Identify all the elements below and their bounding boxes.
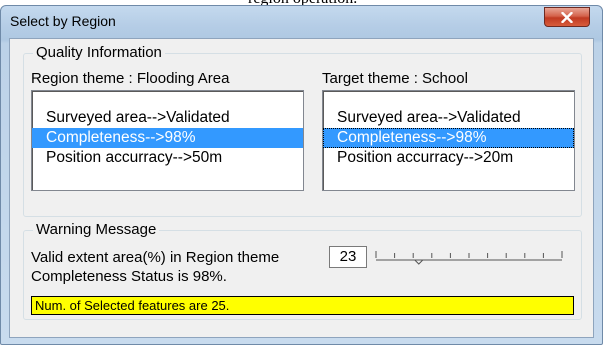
valid-extent-label: Valid extent area(%) in Region theme (31, 249, 280, 266)
quality-information-legend: Quality Information (33, 44, 165, 62)
slider-ticks (375, 251, 563, 258)
selected-features-message: Num. of Selected features are 25. (31, 296, 574, 315)
window-title: Select by Region (10, 13, 116, 29)
close-icon (561, 11, 573, 23)
target-quality-list[interactable]: Surveyed area-->Validated Completeness--… (322, 90, 575, 191)
region-theme-label: Region theme : Flooding Area (31, 70, 230, 87)
target-list-item-position-accuracy[interactable]: Position accurracy-->20m (323, 148, 574, 168)
slider-thumb (414, 259, 424, 265)
close-button[interactable] (544, 7, 590, 27)
valid-extent-input[interactable]: 23 (329, 246, 367, 268)
title-bar[interactable]: Select by Region (1, 6, 602, 36)
warning-message-legend: Warning Message (33, 221, 160, 239)
select-by-region-dialog: Select by Region Quality Information Reg… (0, 5, 603, 345)
target-list-item-completeness[interactable]: Completeness-->98% (323, 128, 574, 148)
dialog-client-area: Quality Information Region theme : Flood… (9, 38, 594, 338)
region-list-item-position-accuracy[interactable]: Position accurracy-->50m (32, 148, 303, 168)
valid-extent-slider[interactable] (372, 247, 566, 267)
region-quality-list[interactable]: Surveyed area-->Validated Completeness--… (31, 90, 304, 191)
region-list-item-completeness[interactable]: Completeness-->98% (32, 128, 303, 148)
target-list-item-surveyed[interactable]: Surveyed area-->Validated (323, 108, 574, 128)
target-theme-label: Target theme : School (322, 70, 468, 87)
region-list-item-surveyed[interactable]: Surveyed area-->Validated (32, 108, 303, 128)
completeness-status-text: Completeness Status is 98%. (31, 268, 227, 285)
